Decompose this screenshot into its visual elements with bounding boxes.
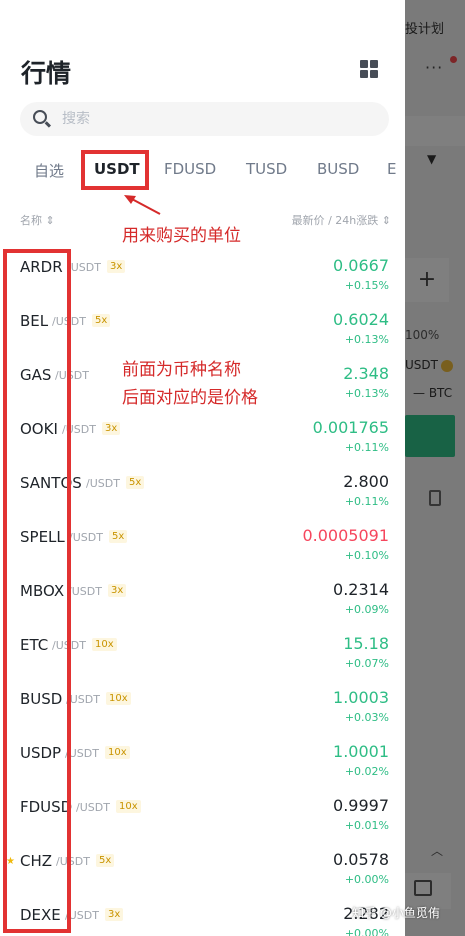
- last-price: 2.800: [343, 472, 389, 491]
- column-header-price-change[interactable]: 最新价 / 24h涨跌 ⇕: [292, 212, 391, 228]
- change-24h: +0.01%: [344, 819, 389, 832]
- tab-busd[interactable]: BUSD: [317, 160, 359, 178]
- last-price: 0.6024: [333, 310, 389, 329]
- leverage-badge: 5x: [126, 476, 145, 489]
- last-price: 2.348: [343, 364, 389, 383]
- quote-tabs: 自选 USDT FDUSD TUSD BUSD E: [0, 150, 405, 190]
- quote-currency: /USDT: [76, 801, 110, 814]
- quote-currency: /USDT: [66, 693, 100, 706]
- change-24h: +0.13%: [344, 387, 389, 400]
- quote-currency: /USDT: [68, 585, 102, 598]
- leverage-badge: 10x: [92, 638, 117, 651]
- last-price: 0.0667: [333, 256, 389, 275]
- leverage-badge: 5x: [96, 854, 115, 867]
- leverage-badge: 10x: [116, 800, 141, 813]
- column-header-name[interactable]: 名称 ⇕: [20, 212, 55, 228]
- last-price: 0.2314: [333, 580, 389, 599]
- grid-layout-icon[interactable]: [360, 60, 378, 78]
- market-drawer: 行情 自选 USDT FDUSD TUSD BUSD E 名称 ⇕ 最新价 / …: [0, 0, 405, 936]
- leverage-badge: 10x: [106, 692, 131, 705]
- last-price: 0.0578: [333, 850, 389, 869]
- page-title: 行情: [21, 59, 72, 88]
- change-24h: +0.09%: [344, 603, 389, 616]
- change-24h: +0.15%: [344, 279, 389, 292]
- quote-currency: /USDT: [69, 531, 103, 544]
- annotation-arrow: [124, 195, 161, 215]
- leverage-badge: 3x: [105, 908, 124, 921]
- quote-currency: /USDT: [86, 477, 120, 490]
- last-price: 1.0003: [333, 688, 389, 707]
- tab-tusd[interactable]: TUSD: [246, 160, 287, 178]
- leverage-badge: 5x: [109, 530, 128, 543]
- leverage-badge: 5x: [92, 314, 111, 327]
- quote-currency: /USDT: [67, 261, 101, 274]
- highlight-box-tab: [81, 150, 149, 190]
- search-bar[interactable]: [20, 102, 389, 136]
- search-icon: [33, 110, 47, 124]
- last-price: 0.9997: [333, 796, 389, 815]
- change-24h: +0.10%: [344, 549, 389, 562]
- change-24h: +0.02%: [344, 765, 389, 778]
- change-24h: +0.13%: [344, 333, 389, 346]
- change-24h: +0.00%: [344, 873, 389, 886]
- leverage-badge: 10x: [105, 746, 130, 759]
- tab-favorites[interactable]: 自选: [34, 160, 64, 181]
- last-price: 1.0001: [333, 742, 389, 761]
- annotation-tab-note: 用来购买的单位: [122, 226, 241, 246]
- highlight-box-symbols: [3, 249, 71, 933]
- tab-more[interactable]: E: [387, 160, 396, 178]
- change-24h: +0.07%: [344, 657, 389, 670]
- change-24h: +0.11%: [344, 495, 389, 508]
- leverage-badge: 3x: [108, 584, 127, 597]
- leverage-badge: 3x: [102, 422, 121, 435]
- tab-fdusd[interactable]: FDUSD: [164, 160, 216, 178]
- search-input[interactable]: [62, 102, 362, 136]
- leverage-badge: 3x: [107, 260, 126, 273]
- change-24h: +0.11%: [344, 441, 389, 454]
- change-24h: +0.00%: [344, 927, 389, 936]
- last-price: 0.0005091: [302, 526, 389, 545]
- change-24h: +0.03%: [344, 711, 389, 724]
- overlay-scrim[interactable]: [405, 0, 465, 936]
- last-price: 0.001765: [312, 418, 389, 437]
- last-price: 15.18: [343, 634, 389, 653]
- watermark: 知乎 @小鱼觅侑: [352, 906, 440, 920]
